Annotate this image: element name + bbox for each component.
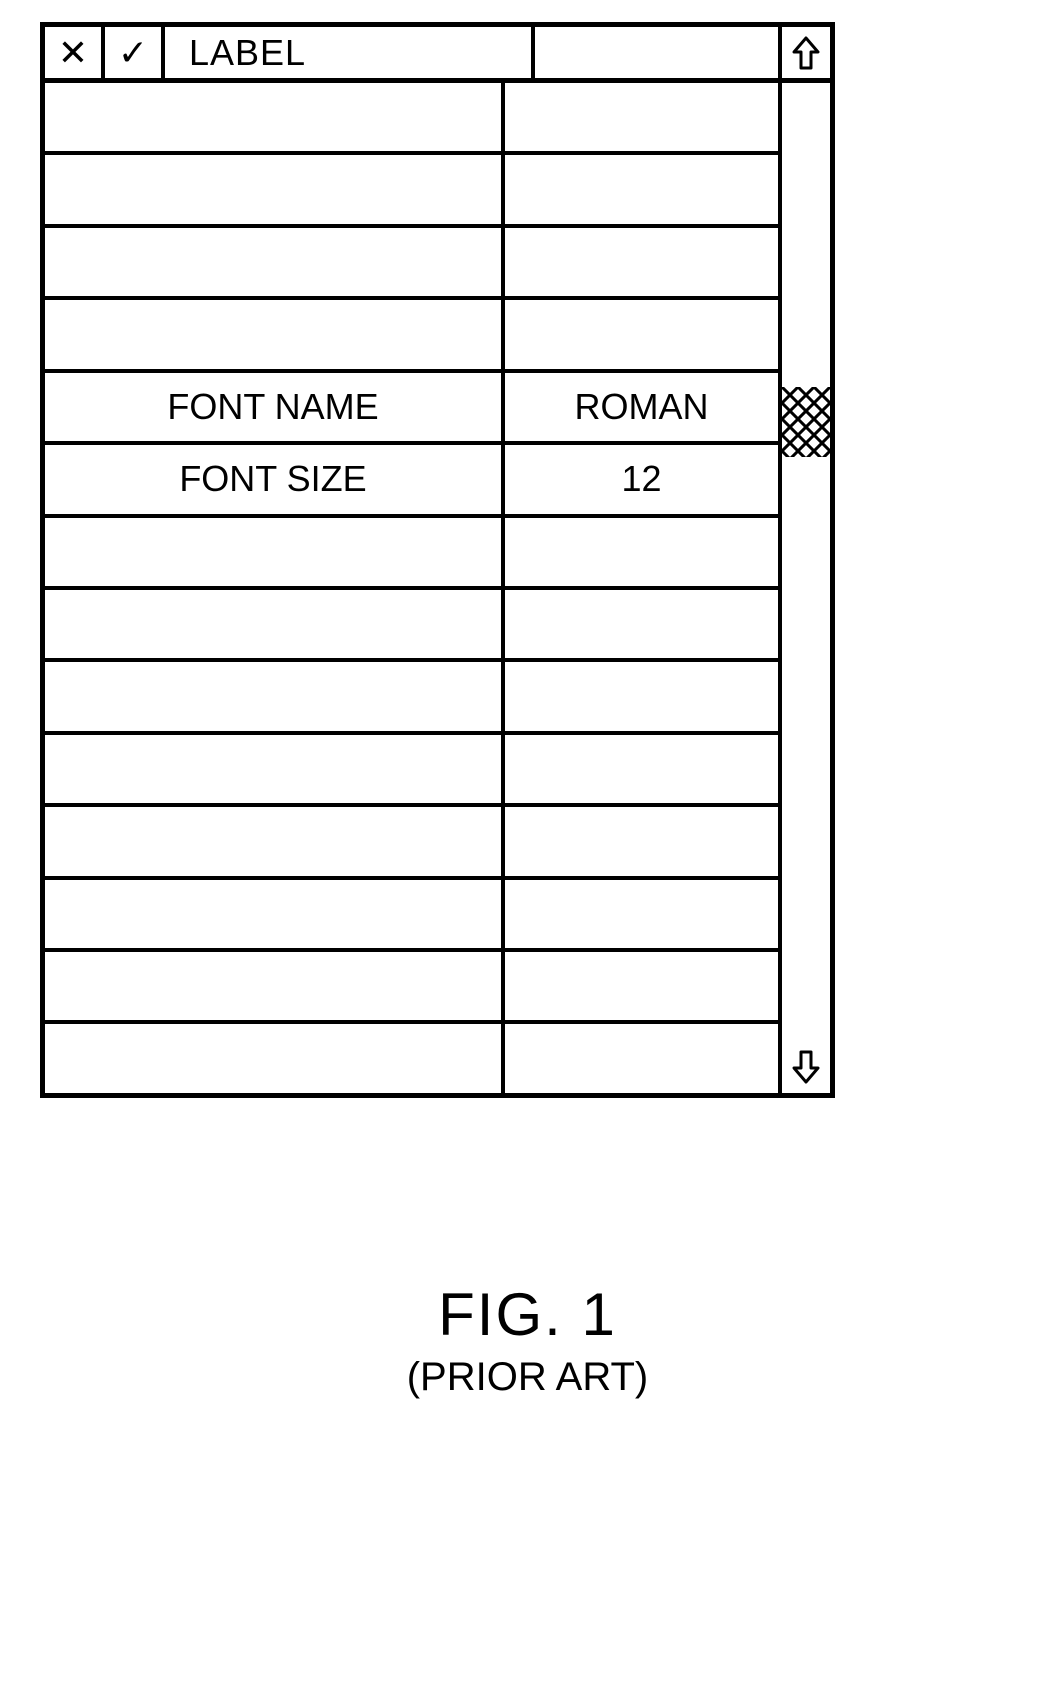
property-label (45, 952, 505, 1020)
table-row[interactable] (45, 952, 778, 1024)
property-label (45, 880, 505, 948)
property-window: ✕ ✓ LABEL FONT NAMEROMANFONT SIZE12 (40, 22, 835, 1098)
header-value-field[interactable] (531, 27, 778, 78)
property-label: FONT NAME (45, 373, 505, 441)
property-value[interactable]: 12 (505, 445, 778, 513)
scroll-down-button[interactable] (782, 1041, 830, 1093)
property-label (45, 518, 505, 586)
property-value[interactable] (505, 300, 778, 368)
table-row[interactable] (45, 300, 778, 372)
property-value[interactable]: ROMAN (505, 373, 778, 441)
property-grid: FONT NAMEROMANFONT SIZE12 (45, 83, 782, 1093)
property-label (45, 228, 505, 296)
property-value[interactable] (505, 518, 778, 586)
property-value[interactable] (505, 735, 778, 803)
property-label (45, 83, 505, 151)
property-label (45, 662, 505, 730)
table-row[interactable] (45, 807, 778, 879)
property-label (45, 590, 505, 658)
table-row[interactable]: FONT NAMEROMAN (45, 373, 778, 445)
header-bar: ✕ ✓ LABEL (45, 27, 830, 83)
table-row[interactable]: FONT SIZE12 (45, 445, 778, 517)
property-label (45, 1024, 505, 1092)
property-value[interactable] (505, 228, 778, 296)
caption-line2: (PRIOR ART) (0, 1355, 1055, 1400)
scrollbar-thumb[interactable] (782, 387, 830, 457)
check-icon: ✓ (118, 35, 148, 71)
property-value[interactable] (505, 155, 778, 223)
table-row[interactable] (45, 880, 778, 952)
property-value[interactable] (505, 952, 778, 1020)
scrollbar[interactable] (782, 83, 830, 1093)
arrow-up-icon (791, 36, 821, 70)
property-value[interactable] (505, 590, 778, 658)
property-value[interactable] (505, 1024, 778, 1092)
table-row[interactable] (45, 83, 778, 155)
property-label (45, 155, 505, 223)
property-value[interactable] (505, 662, 778, 730)
property-label (45, 735, 505, 803)
table-row[interactable] (45, 1024, 778, 1092)
table-row[interactable] (45, 155, 778, 227)
property-value[interactable] (505, 880, 778, 948)
property-label (45, 300, 505, 368)
scroll-up-button[interactable] (778, 27, 830, 78)
caption-line1: FIG. 1 (0, 1280, 1055, 1349)
figure-caption: FIG. 1 (PRIOR ART) (0, 1280, 1055, 1400)
property-value[interactable] (505, 807, 778, 875)
table-row[interactable] (45, 662, 778, 734)
property-value[interactable] (505, 83, 778, 151)
table-row[interactable] (45, 518, 778, 590)
header-label: LABEL (165, 27, 531, 78)
cancel-button[interactable]: ✕ (45, 27, 105, 78)
table-row[interactable] (45, 735, 778, 807)
confirm-button[interactable]: ✓ (105, 27, 165, 78)
property-label (45, 807, 505, 875)
table-row[interactable] (45, 590, 778, 662)
arrow-down-icon (791, 1050, 821, 1084)
property-label: FONT SIZE (45, 445, 505, 513)
x-icon: ✕ (58, 35, 88, 71)
table-row[interactable] (45, 228, 778, 300)
